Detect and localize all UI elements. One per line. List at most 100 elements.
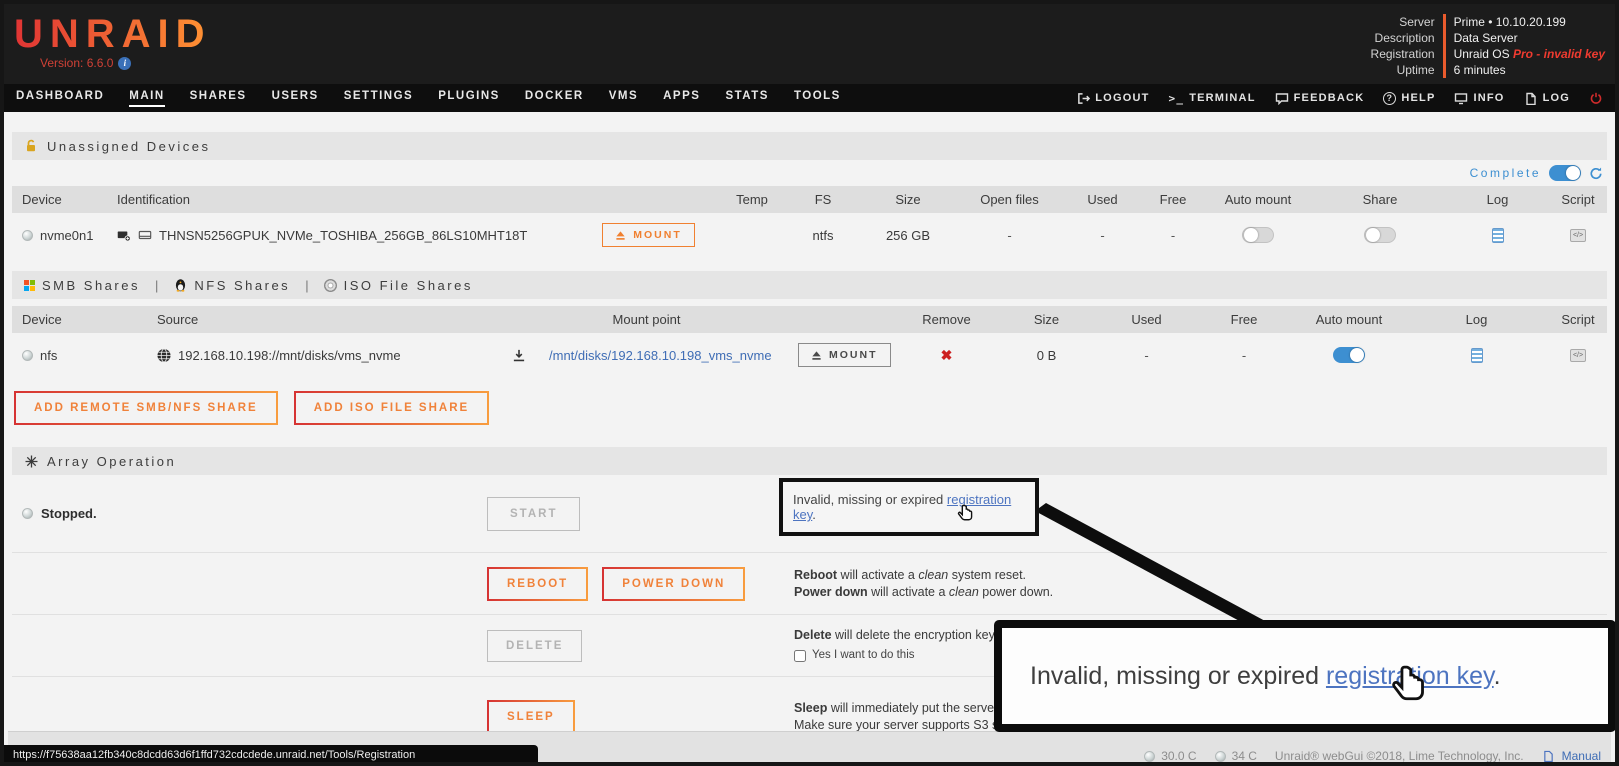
mount-point-link[interactable]: /mnt/disks/192.168.10.198_vms_nvme [549, 348, 772, 363]
drive-outline-icon [138, 228, 152, 242]
open-files-cell: - [958, 228, 1061, 243]
reboot-button[interactable]: REBOOT [487, 567, 588, 601]
mount-button[interactable]: MOUNT [798, 343, 891, 367]
auto-mount-cell [1202, 227, 1314, 243]
disc-icon [324, 279, 337, 292]
free-cell: - [1144, 228, 1202, 243]
array-status: Stopped. [12, 475, 474, 552]
nav-main[interactable]: MAIN [129, 90, 164, 107]
hand-cursor-small [957, 504, 974, 529]
logout-button[interactable]: LOGOUT [1076, 91, 1149, 105]
start-button[interactable]: START [487, 497, 580, 531]
size-cell: 0 B [994, 348, 1099, 363]
mount-button[interactable]: MOUNT [602, 223, 695, 247]
server-label: Server [1371, 14, 1443, 30]
source-cell: 192.168.10.198://mnt/disks/vms_nvme [147, 348, 499, 363]
info-monitor-icon [1454, 91, 1468, 105]
identification-cell: THNSN5256GPUK_NVMe_TOSHIBA_256GB_86LS10M… [107, 228, 581, 243]
drive-add-icon[interactable] [117, 228, 131, 242]
registration-warning-zoomed-box: Invalid, missing or expired registration… [994, 620, 1616, 732]
auto-mount-toggle[interactable] [1242, 227, 1274, 243]
terminal-icon: >_ [1169, 92, 1185, 105]
header: UNRAID Version: 6.6.0 i Server Prime • 1… [4, 4, 1615, 84]
free-cell: - [1194, 348, 1294, 363]
nav-vms[interactable]: VMS [609, 90, 638, 107]
terminal-button[interactable]: >_ TERMINAL [1169, 92, 1256, 105]
add-remote-smb-nfs-share-button[interactable]: ADD REMOTE SMB/NFS SHARE [14, 391, 278, 425]
log-icon[interactable] [1471, 348, 1483, 363]
registration-value: Unraid OS Pro - invalid key [1443, 46, 1605, 62]
delete-button[interactable]: DELETE [487, 630, 582, 662]
script-cell: </> [1549, 349, 1607, 362]
nav-users[interactable]: USERS [272, 90, 319, 107]
nav-apps[interactable]: APPS [663, 90, 700, 107]
log-button[interactable]: LOG [1524, 91, 1570, 105]
nav-stats[interactable]: STATS [725, 90, 769, 107]
nav-tools[interactable]: TOOLS [794, 90, 841, 107]
auto-mount-cell [1294, 347, 1404, 363]
start-button-wrap: START [474, 475, 794, 552]
unassigned-device-row: nvme0n1 THNSN5256GPUK_NVMe_TOSHIBA_256GB… [12, 213, 1607, 257]
power-icon[interactable] [1589, 91, 1603, 105]
log-doc-icon [1524, 91, 1538, 105]
add-iso-file-share-button[interactable]: ADD ISO FILE SHARE [294, 391, 489, 425]
download-icon[interactable] [512, 348, 526, 362]
eject-icon [811, 350, 822, 361]
help-icon: ? [1383, 92, 1396, 105]
delete-confirm-checkbox[interactable] [794, 650, 806, 662]
remove-button[interactable]: ✖ [899, 347, 994, 364]
refresh-icon[interactable] [1589, 166, 1603, 180]
copyright: Unraid® webGui ©2018, Lime Technology, I… [1275, 749, 1524, 763]
share-toggle[interactable] [1364, 227, 1396, 243]
section-unassigned-devices: Unassigned Devices [12, 132, 1607, 160]
script-icon[interactable]: </> [1570, 349, 1586, 362]
auto-mount-toggle[interactable] [1333, 347, 1365, 363]
log-cell [1404, 348, 1549, 363]
nav-dashboard[interactable]: DASHBOARD [16, 90, 104, 107]
windows-icon [24, 280, 35, 291]
device-cell: nvme0n1 [12, 228, 107, 243]
delete-confirm-label: Yes I want to do this [812, 647, 915, 664]
nav-plugins[interactable]: PLUGINS [438, 90, 500, 107]
feedback-button[interactable]: FEEDBACK [1275, 91, 1365, 105]
mount-cell: MOUNT [794, 343, 899, 367]
nav-docker[interactable]: DOCKER [525, 90, 584, 107]
size-cell: 256 GB [858, 228, 958, 243]
complete-toggle[interactable] [1549, 165, 1581, 181]
nav-settings[interactable]: SETTINGS [344, 90, 414, 107]
sleep-button[interactable]: SLEEP [487, 700, 575, 734]
registration-warning-box: Invalid, missing or expired registration… [779, 478, 1039, 536]
registration-label: Registration [1371, 46, 1443, 62]
server-info: Server Prime • 10.10.20.199 Description … [1371, 14, 1605, 78]
main-nav: DASHBOARD MAIN SHARES USERS SETTINGS PLU… [4, 84, 1615, 112]
mount-point-cell: /mnt/disks/192.168.10.198_vms_nvme [539, 348, 794, 363]
script-icon[interactable]: </> [1570, 229, 1586, 242]
section-array-operation: Array Operation [12, 447, 1607, 475]
shares-table-header: Device Source Mount point Remove Size Us… [12, 306, 1607, 333]
temp-reading-2: 34 C [1215, 749, 1257, 763]
tab-smb-shares[interactable]: SMB Shares [24, 278, 140, 293]
tab-nfs-shares[interactable]: NFS Shares [173, 278, 290, 293]
device-identification[interactable]: THNSN5256GPUK_NVMe_TOSHIBA_256GB_86LS10M… [159, 228, 527, 243]
nav-tabs: DASHBOARD MAIN SHARES USERS SETTINGS PLU… [16, 90, 841, 107]
section-file-shares: SMB Shares | NFS Shares | ISO File Share… [12, 271, 1607, 299]
nav-shares[interactable]: SHARES [190, 90, 247, 107]
brand: UNRAID Version: 6.6.0 i [14, 14, 212, 70]
share-source: 192.168.10.198://mnt/disks/vms_nvme [178, 348, 401, 363]
power-down-button[interactable]: POWER DOWN [602, 567, 745, 601]
tab-iso-file-shares[interactable]: ISO File Shares [324, 278, 473, 293]
version-text: Version: 6.6.0 [40, 56, 113, 70]
nfs-share-row: nfs 192.168.10.198://mnt/disks/vms_nvme … [12, 333, 1607, 377]
unraid-logo[interactable]: UNRAID [14, 14, 212, 54]
manual-link[interactable]: Manual [1562, 749, 1601, 763]
info-button[interactable]: INFO [1454, 91, 1504, 105]
version-info-icon[interactable]: i [118, 57, 131, 70]
logout-icon [1076, 91, 1090, 105]
complete-label: Complete [1470, 166, 1541, 180]
manual-link-wrap: Manual [1542, 749, 1601, 763]
help-button[interactable]: ? HELP [1383, 92, 1435, 105]
log-icon[interactable] [1492, 228, 1504, 243]
invalid-key-badge: Pro - invalid key [1513, 47, 1605, 61]
temp-ball-icon [1215, 751, 1226, 762]
unassigned-table-header: Device Identification Temp FS Size Open … [12, 186, 1607, 213]
